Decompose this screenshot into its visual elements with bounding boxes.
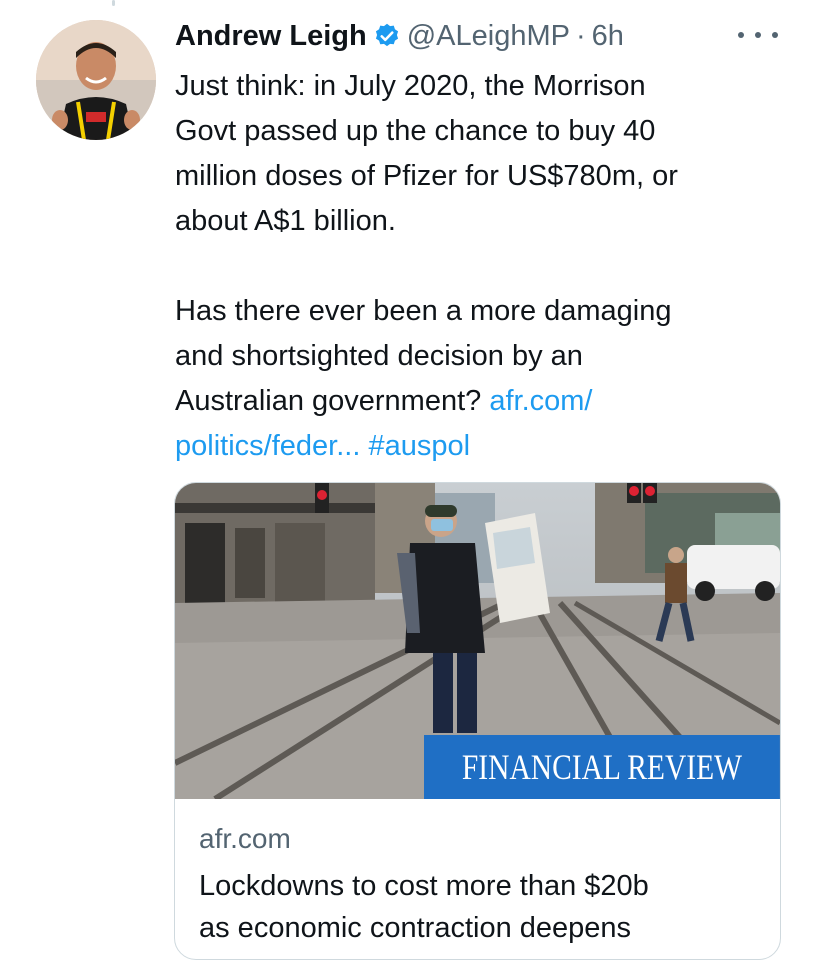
tweet-header: Andrew Leigh @ALeighMP · 6h xyxy=(175,14,624,58)
separator-dot: · xyxy=(575,19,586,52)
card-title: Lockdowns to cost more than $20b as econ… xyxy=(199,870,649,944)
more-dots-icon[interactable] xyxy=(738,20,778,50)
tweet-paragraph-1: Just think: in July 2020, the Morrison G… xyxy=(175,70,678,237)
avatar-photo xyxy=(36,20,156,140)
author-name[interactable]: Andrew Leigh xyxy=(175,20,367,53)
hashtag-link[interactable]: #auspol xyxy=(368,430,470,462)
tweet-body: Just think: in July 2020, the Morrison G… xyxy=(175,64,785,469)
card-image: FINANCIAL REVIEW xyxy=(175,483,780,799)
thread-connector xyxy=(112,0,115,6)
link-preview-card[interactable]: FINANCIAL REVIEW afr.com Lockdowns to co… xyxy=(174,482,781,960)
card-domain: afr.com xyxy=(199,823,291,854)
verified-badge-icon xyxy=(373,22,401,50)
afr-brand-badge: FINANCIAL REVIEW xyxy=(424,735,780,799)
tweet-timestamp[interactable]: 6h xyxy=(592,20,624,53)
author-handle[interactable]: @ALeighMP xyxy=(407,20,570,53)
avatar[interactable] xyxy=(36,20,156,140)
tweet-paragraph-2: Has there ever been a more damaging and … xyxy=(175,295,672,417)
